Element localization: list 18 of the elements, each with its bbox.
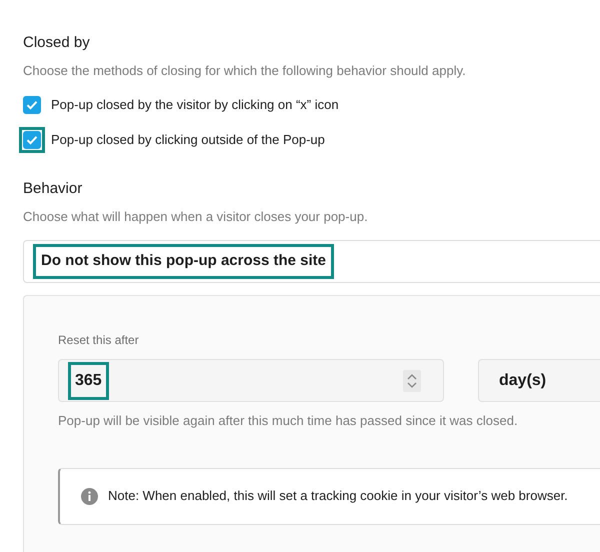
number-input[interactable]: 365 xyxy=(58,359,444,402)
behavior-select[interactable]: Do not show this pop-up across the site xyxy=(23,240,600,283)
checkbox[interactable] xyxy=(23,130,41,148)
section-heading: Closed by xyxy=(23,34,91,52)
checkbox-label: Pop-up closed by clicking outside of the Pop-up xyxy=(51,130,325,149)
info-icon xyxy=(81,488,98,504)
section-description: Choose the methods of closing for which the following behavior should apply. xyxy=(23,62,467,80)
check-icon xyxy=(26,134,38,144)
help-text: Pop-up will be visible again after this much time has passed since it was closed. xyxy=(58,412,519,430)
spinner-icon[interactable] xyxy=(403,370,421,392)
checkbox[interactable] xyxy=(23,96,41,114)
section-description: Choose what will happen when a visitor closes your pop-up. xyxy=(23,208,369,226)
field-label: Reset this after xyxy=(58,332,140,349)
checkbox-label: Pop-up closed by the visitor by clicking on “x” icon xyxy=(51,96,339,114)
check-icon xyxy=(26,100,38,110)
unit-select[interactable]: day(s) xyxy=(478,359,600,402)
section-heading: Behavior xyxy=(23,180,84,198)
note-text: Note: When enabled, this will set a tracking cookie in your visitor’s web browser. xyxy=(108,487,568,506)
